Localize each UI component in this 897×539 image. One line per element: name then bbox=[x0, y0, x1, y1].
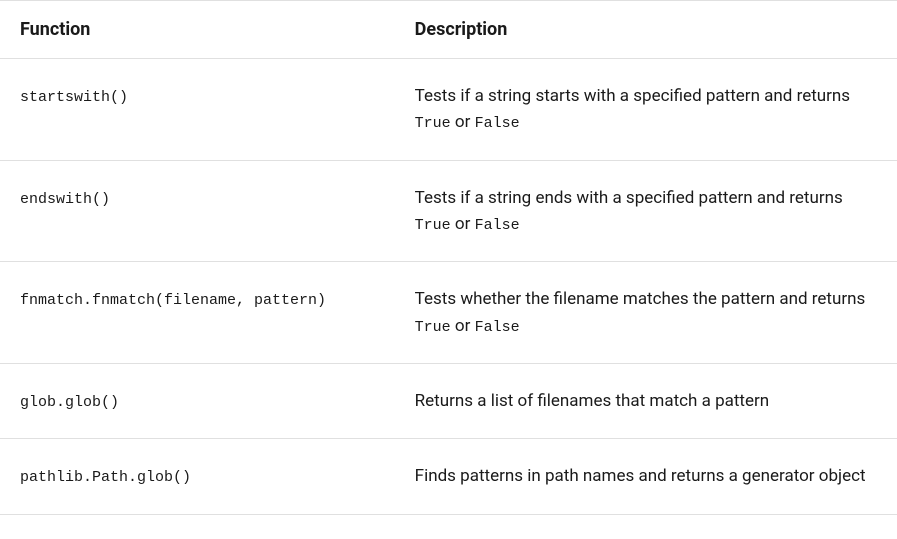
desc-text: or bbox=[451, 112, 475, 132]
inline-code: False bbox=[475, 319, 520, 336]
function-code: pathlib.Path.glob() bbox=[20, 469, 191, 486]
function-description-cell: Returns a list of filenames that match a… bbox=[395, 364, 897, 439]
table-row: fnmatch.fnmatch(filename, pattern) Tests… bbox=[0, 262, 897, 364]
table-row: pathlib.Path.glob() Finds patterns in pa… bbox=[0, 439, 897, 514]
function-code: fnmatch.fnmatch(filename, pattern) bbox=[20, 292, 326, 309]
desc-text: or bbox=[451, 214, 475, 234]
inline-code: True bbox=[415, 319, 451, 336]
function-description-cell: Tests whether the filename matches the p… bbox=[395, 262, 897, 364]
function-name-cell: startswith() bbox=[0, 59, 395, 161]
function-description-cell: Finds patterns in path names and returns… bbox=[395, 439, 897, 514]
table-header-row: Function Description bbox=[0, 1, 897, 59]
function-code: glob.glob() bbox=[20, 394, 119, 411]
function-description-cell: Tests if a string starts with a specifie… bbox=[395, 59, 897, 161]
desc-text: Tests whether the filename matches the p… bbox=[415, 289, 866, 309]
header-description: Description bbox=[395, 1, 897, 59]
function-name-cell: pathlib.Path.glob() bbox=[0, 439, 395, 514]
table-row: endswith() Tests if a string ends with a… bbox=[0, 160, 897, 262]
inline-code: False bbox=[475, 217, 520, 234]
desc-text: Finds patterns in path names and returns… bbox=[415, 466, 866, 486]
table-row: startswith() Tests if a string starts wi… bbox=[0, 59, 897, 161]
function-name-cell: fnmatch.fnmatch(filename, pattern) bbox=[0, 262, 395, 364]
desc-text: Tests if a string starts with a specifie… bbox=[415, 86, 850, 106]
inline-code: True bbox=[415, 115, 451, 132]
desc-text: Returns a list of filenames that match a… bbox=[415, 391, 769, 411]
desc-text: Tests if a string ends with a specified … bbox=[415, 188, 843, 208]
desc-text: or bbox=[451, 316, 475, 336]
table-row: glob.glob() Returns a list of filenames … bbox=[0, 364, 897, 439]
function-name-cell: endswith() bbox=[0, 160, 395, 262]
inline-code: True bbox=[415, 217, 451, 234]
function-reference-table: Function Description startswith() Tests … bbox=[0, 0, 897, 515]
inline-code: False bbox=[475, 115, 520, 132]
function-description-cell: Tests if a string ends with a specified … bbox=[395, 160, 897, 262]
function-code: startswith() bbox=[20, 89, 128, 106]
header-function: Function bbox=[0, 1, 395, 59]
function-code: endswith() bbox=[20, 191, 110, 208]
function-name-cell: glob.glob() bbox=[0, 364, 395, 439]
